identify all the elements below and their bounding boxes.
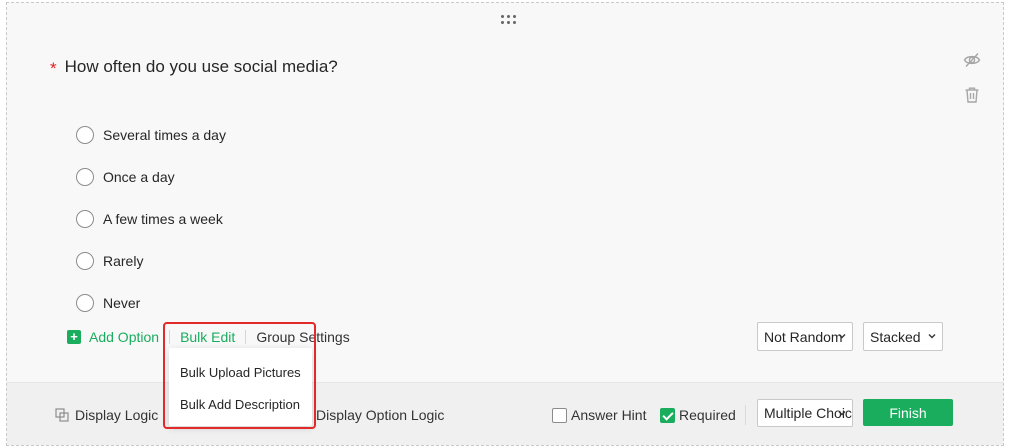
answer-hint-toggle[interactable]: Answer Hint xyxy=(552,407,646,423)
chevron-down-icon xyxy=(927,331,937,341)
radio-circle[interactable] xyxy=(76,252,94,270)
option-item[interactable]: Once a day xyxy=(76,156,226,198)
question-footer: Display Logic Display Option Logic Answe… xyxy=(7,382,1003,445)
required-marker: * xyxy=(50,59,57,78)
bulk-edit-menu: Bulk Upload Pictures Bulk Add Descriptio… xyxy=(169,348,312,426)
divider xyxy=(245,330,247,344)
option-label[interactable]: A few times a week xyxy=(103,211,223,227)
question-title[interactable]: * How often do you use social media? xyxy=(50,56,338,82)
bulk-upload-pictures-item[interactable]: Bulk Upload Pictures xyxy=(169,356,312,388)
display-logic-button[interactable]: Display Logic xyxy=(55,407,158,423)
logic-copy-icon xyxy=(55,408,69,422)
radio-circle[interactable] xyxy=(76,210,94,228)
bulk-add-description-item[interactable]: Bulk Add Description xyxy=(169,388,312,420)
layout-select[interactable]: Stacked xyxy=(863,322,943,351)
drag-handle-icon[interactable] xyxy=(501,15,519,27)
add-option-button[interactable]: Add Option xyxy=(89,329,159,345)
radio-circle[interactable] xyxy=(76,168,94,186)
group-settings-button[interactable]: Group Settings xyxy=(256,329,349,345)
option-item[interactable]: Never xyxy=(76,282,226,324)
randomize-select-value: Not Random xyxy=(764,328,843,345)
option-label[interactable]: Rarely xyxy=(103,253,143,269)
answer-hint-checkbox[interactable] xyxy=(552,407,567,423)
chevron-down-icon xyxy=(837,408,847,418)
plus-icon[interactable]: + xyxy=(67,330,81,344)
required-label: Required xyxy=(679,407,736,423)
randomize-select[interactable]: Not Random xyxy=(757,322,853,351)
answer-hint-label: Answer Hint xyxy=(571,407,647,423)
option-label[interactable]: Never xyxy=(103,295,140,311)
chevron-down-icon xyxy=(837,331,847,341)
trash-icon[interactable] xyxy=(963,86,981,104)
display-option-logic-label: Display Option Logic xyxy=(316,407,445,423)
radio-circle[interactable] xyxy=(76,126,94,144)
option-label[interactable]: Several times a day xyxy=(103,127,226,143)
display-option-logic-button[interactable]: Display Option Logic xyxy=(316,407,444,423)
options-list: Several times a day Once a day A few tim… xyxy=(76,114,226,324)
divider xyxy=(169,330,171,344)
divider xyxy=(745,405,746,425)
bulk-edit-button[interactable]: Bulk Edit xyxy=(180,329,235,345)
finish-button[interactable]: Finish xyxy=(863,399,953,426)
eye-off-icon[interactable] xyxy=(963,51,981,69)
required-checkbox[interactable] xyxy=(660,407,675,423)
question-type-select[interactable]: Multiple Choice xyxy=(757,399,853,427)
question-text[interactable]: How often do you use social media? xyxy=(65,56,338,78)
display-logic-label: Display Logic xyxy=(75,407,159,423)
option-label[interactable]: Once a day xyxy=(103,169,175,185)
option-item[interactable]: Several times a day xyxy=(76,114,226,156)
option-item[interactable]: Rarely xyxy=(76,240,226,282)
radio-circle[interactable] xyxy=(76,294,94,312)
layout-select-value: Stacked xyxy=(870,328,921,345)
required-toggle[interactable]: Required xyxy=(660,407,736,423)
option-item[interactable]: A few times a week xyxy=(76,198,226,240)
option-toolbar: + Add Option Bulk Edit Group Settings xyxy=(67,327,350,347)
